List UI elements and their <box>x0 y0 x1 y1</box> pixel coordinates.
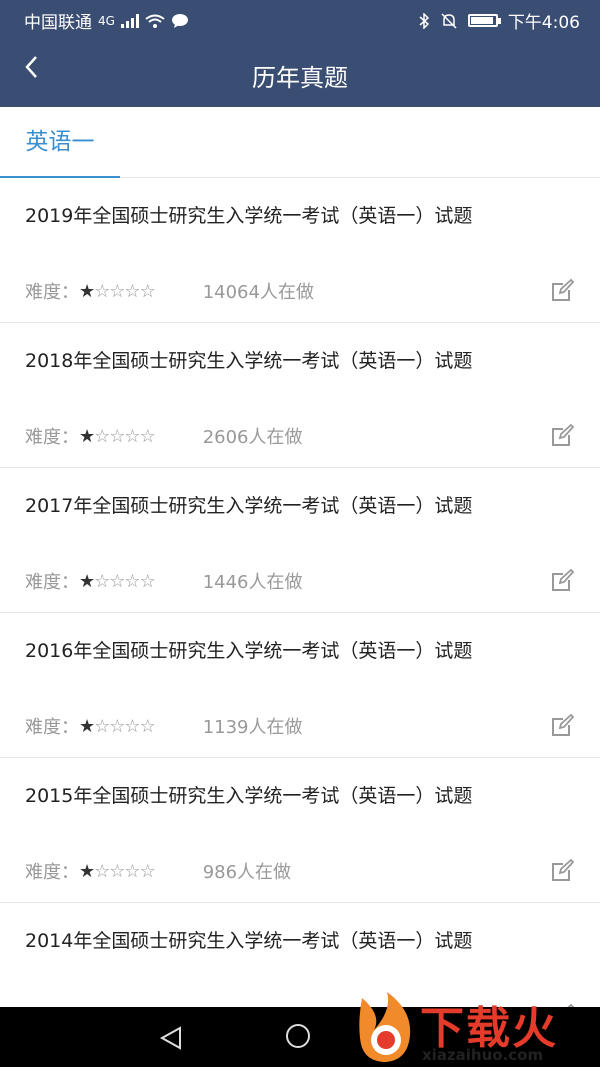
header: 历年真题 <box>0 36 600 107</box>
exam-meta: 难度： ★☆☆☆☆ 986人在做 <box>25 858 291 884</box>
exam-title: 2017年全国硕士研究生入学统一考试（英语一）试题 <box>25 495 473 517</box>
tab-bar: 英语一 <box>0 107 600 179</box>
star-empty-icon: ☆ <box>109 425 125 447</box>
star-empty-icon: ☆ <box>139 570 156 592</box>
star-empty-icon: ☆ <box>139 860 156 882</box>
flame-logo-icon <box>359 992 411 1062</box>
difficulty-rating: ★☆☆☆☆ <box>79 860 156 882</box>
star-empty-icon: ☆ <box>124 425 140 447</box>
star-empty-icon: ☆ <box>109 570 125 592</box>
carrier-label: 中国联通 <box>24 13 92 33</box>
star-empty-icon: ☆ <box>124 715 140 737</box>
difficulty-rating: ★☆☆☆☆ <box>79 280 156 302</box>
watermark-domain: xiazaihuo.com <box>422 1046 544 1064</box>
participant-count: 986人在做 <box>202 862 292 883</box>
star-empty-icon: ☆ <box>109 280 125 302</box>
star-empty-icon: ☆ <box>94 280 110 302</box>
star-empty-icon: ☆ <box>109 715 125 737</box>
exam-list: 2019年全国硕士研究生入学统一考试（英语一）试题 难度： ★☆☆☆☆ 14064人在… <box>0 178 600 1048</box>
exam-title: 2018年全国硕士研究生入学统一考试（英语一）试题 <box>25 350 473 372</box>
signal-icon <box>120 13 139 28</box>
exam-meta: 难度： ★☆☆☆☆ 1446人在做 <box>25 568 303 594</box>
watermark: 下载火 xiazaihuo.com <box>352 990 600 1067</box>
star-empty-icon: ☆ <box>124 570 140 592</box>
exam-meta: 难度： ★☆☆☆☆ 1139人在做 <box>25 713 303 739</box>
list-item[interactable]: 2016年全国硕士研究生入学统一考试（英语一）试题 难度： ★☆☆☆☆ 1139人在做 <box>0 613 600 758</box>
system-home-icon[interactable] <box>286 1024 310 1048</box>
edit-icon[interactable] <box>551 858 575 882</box>
network-type: 4G <box>98 13 115 28</box>
difficulty-label: 难度： <box>25 862 79 883</box>
tab-english-1[interactable]: 英语一 <box>0 107 120 179</box>
page-title: 历年真题 <box>252 64 348 92</box>
star-empty-icon: ☆ <box>124 860 140 882</box>
bluetooth-icon <box>419 12 429 29</box>
difficulty-label: 难度： <box>25 717 79 738</box>
participant-count: 1139人在做 <box>202 717 303 738</box>
star-filled-icon: ★ <box>79 280 95 302</box>
star-empty-icon: ☆ <box>94 860 110 882</box>
star-filled-icon: ★ <box>79 715 95 737</box>
star-empty-icon: ☆ <box>124 280 140 302</box>
star-empty-icon: ☆ <box>94 425 110 447</box>
clock: 下午4:06 <box>507 13 580 33</box>
exam-title: 2015年全国硕士研究生入学统一考试（英语一）试题 <box>25 785 473 807</box>
exam-title: 2019年全国硕士研究生入学统一考试（英语一）试题 <box>25 205 473 227</box>
exam-meta: 难度： ★☆☆☆☆ 2606人在做 <box>25 423 303 449</box>
system-back-icon[interactable] <box>158 1025 184 1051</box>
star-empty-icon: ☆ <box>139 715 156 737</box>
edit-icon[interactable] <box>551 278 575 302</box>
list-item[interactable]: 2019年全国硕士研究生入学统一考试（英语一）试题 难度： ★☆☆☆☆ 14064人在… <box>0 178 600 323</box>
message-icon <box>171 14 188 28</box>
exam-title: 2016年全国硕士研究生入学统一考试（英语一）试题 <box>25 640 473 662</box>
star-empty-icon: ☆ <box>94 715 110 737</box>
difficulty-label: 难度： <box>25 282 79 303</box>
star-filled-icon: ★ <box>79 860 95 882</box>
tab-label: 英语一 <box>25 129 95 155</box>
edit-icon[interactable] <box>551 568 575 592</box>
exam-meta: 难度： ★☆☆☆☆ 14064人在做 <box>25 278 314 304</box>
star-empty-icon: ☆ <box>139 425 156 447</box>
list-item[interactable]: 2015年全国硕士研究生入学统一考试（英语一）试题 难度： ★☆☆☆☆ 986人在做 <box>0 758 600 903</box>
star-filled-icon: ★ <box>79 425 95 447</box>
difficulty-label: 难度： <box>25 572 79 593</box>
difficulty-rating: ★☆☆☆☆ <box>79 570 156 592</box>
participant-count: 2606人在做 <box>202 427 303 448</box>
star-empty-icon: ☆ <box>139 280 156 302</box>
edit-icon[interactable] <box>551 423 575 447</box>
difficulty-rating: ★☆☆☆☆ <box>79 715 156 737</box>
difficulty-label: 难度： <box>25 427 79 448</box>
participant-count: 1446人在做 <box>202 572 303 593</box>
edit-icon[interactable] <box>551 713 575 737</box>
exam-title: 2014年全国硕士研究生入学统一考试（英语一）试题 <box>25 930 473 952</box>
mute-bell-icon <box>441 13 457 29</box>
participant-count: 14064人在做 <box>202 282 314 303</box>
status-bar: 中国联通 4G 下午4:06 <box>0 0 600 36</box>
battery-icon <box>467 14 501 27</box>
difficulty-rating: ★☆☆☆☆ <box>79 425 156 447</box>
wifi-icon <box>145 14 165 28</box>
battery-fill <box>470 17 493 24</box>
list-item[interactable]: 2017年全国硕士研究生入学统一考试（英语一）试题 难度： ★☆☆☆☆ 1446人在做 <box>0 468 600 613</box>
list-item[interactable]: 2018年全国硕士研究生入学统一考试（英语一）试题 难度： ★☆☆☆☆ 2606人在做 <box>0 323 600 468</box>
star-empty-icon: ☆ <box>109 860 125 882</box>
star-empty-icon: ☆ <box>94 570 110 592</box>
star-filled-icon: ★ <box>79 570 95 592</box>
